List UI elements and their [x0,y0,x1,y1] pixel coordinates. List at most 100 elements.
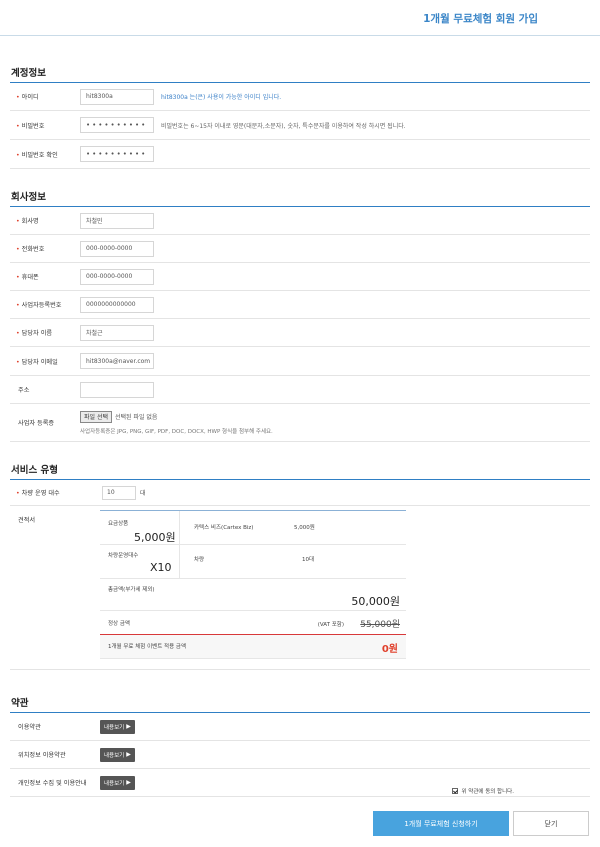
company-name-input[interactable]: 차철민 [80,212,154,229]
cert-label: 사업자 등록증 [18,420,55,427]
mobile-label: 휴대폰 [10,272,80,281]
page-title: 1개월 무료체험 회원 가입 [423,13,538,25]
plan-cell: 요금상품 5,000원 [100,511,180,544]
vehicle-text: 차량 [194,557,205,563]
terms-label-location: 위치정보 이용약관 [18,752,66,759]
play-icon: ▶ [126,751,131,758]
mobile-input[interactable]: 000-0000-0000 [80,268,154,285]
service-section: 서비스 유형 차량 운영 대수 10 대 견적서 요금상품 5,000원 카텍스… [0,462,600,670]
id-row: 아이디 hit8300a hit8300a 는(은) 사용이 가능한 아이디 입… [10,83,590,111]
estimate-regular-row: 정상 금액 (VAT 포함) 55,000원 [100,611,406,635]
terms-section: 약관 이용약관 내용보기 ▶ 위치정보 이용약관 내용보기 ▶ 개인정보 수집 및 … [0,695,600,797]
id-hint: hit8300a 는(은) 사용이 가능한 아이디 입니다. [161,94,282,101]
file-select-button[interactable]: 파일 선택 [80,410,112,423]
company-section-title: 회사정보 [10,189,590,207]
submit-button[interactable]: 1개월 무료체험 신청하기 [373,811,509,836]
terms-label-service: 이용약관 [18,724,41,731]
agree-checkbox-row[interactable]: 위 약관에 동의 합니다. [452,787,514,795]
plan-name: 카텍스 비즈(Cartex Biz) [194,525,254,531]
view-terms-privacy-button[interactable]: 내용보기 ▶ [100,775,135,790]
vehicles-cell: 차량운영대수 X10 [100,545,180,578]
email-input[interactable]: hit8300a@naver.com [80,353,154,369]
terms-row-service: 이용약관 내용보기 ▶ [10,713,590,741]
phone-row: 전화번호 000-0000-0000 [10,235,590,263]
id-input[interactable]: hit8300a [80,88,154,105]
vehicle-count-cell: 차량 10대 [180,545,406,578]
view-terms-location-button[interactable]: 내용보기 ▶ [100,747,135,762]
password-row: 비밀번호 •••••••••• 비밀번호는 6~15자 이내로 영문(대문자,소… [10,111,590,140]
estimate-label: 견적서 [18,517,36,524]
view-terms-service-button[interactable]: 내용보기 ▶ [100,719,135,734]
estimate-plan-row: 요금상품 5,000원 카텍스 비즈(Cartex Biz) 5,000원 [100,511,406,545]
close-button[interactable]: 닫기 [513,811,589,836]
terms-label-privacy: 개인정보 수집 및 이용안내 [18,780,87,787]
password-input[interactable]: •••••••••• [80,117,154,133]
event-cell: 1개월 무료 체험 이벤트 적용 금액 0원 [100,635,406,658]
regular-value: 55,000원 [360,620,400,630]
password-label: 비밀번호 [10,121,80,130]
agree-text: 위 약관에 동의 합니다. [461,789,514,795]
address-row: 주소 [10,376,590,404]
phone-input[interactable]: 000-0000-0000 [80,240,154,257]
play-icon: ▶ [126,723,131,730]
manager-input[interactable]: 차철근 [80,324,154,341]
plan-unit-price: 5,000원 [294,525,315,531]
mobile-row: 휴대폰 000-0000-0000 [10,263,590,291]
vehicle-row: 차량 운영 대수 10 대 [10,480,590,506]
view-button-label: 내용보기 [104,780,125,787]
bizno-input[interactable]: 0000000000000 [80,296,154,313]
plan-price: 5,000원 [134,531,176,544]
file-none-text: 선택된 파일 없음 [115,414,158,421]
regular-cell: 정상 금액 (VAT 포함) 55,000원 [100,611,406,634]
account-section: 계정정보 아이디 hit8300a hit8300a 는(은) 사용이 가능한 … [0,65,600,169]
event-value: 0원 [381,644,398,655]
estimate-vehicle-row: 차량운영대수 X10 차량 10대 [100,545,406,579]
password-confirm-label: 비밀번호 확인 [10,150,80,159]
total-label: 총금액(부가세 제외) [108,587,155,593]
password-hint: 비밀번호는 6~15자 이내로 영문(대문자,소문자), 숫자, 특수문자를 이… [161,122,406,130]
service-section-title: 서비스 유형 [10,462,590,480]
terms-section-title: 약관 [10,695,590,713]
estimate-event-row: 1개월 무료 체험 이벤트 적용 금액 0원 [100,635,406,659]
vehicle-unit: 대 [140,490,146,497]
estimate-table: 요금상품 5,000원 카텍스 비즈(Cartex Biz) 5,000원 차량… [100,510,406,659]
total-cell: 총금액(부가세 제외) 50,000원 [100,579,406,610]
estimate-row: 견적서 요금상품 5,000원 카텍스 비즈(Cartex Biz) 5,000… [10,506,590,670]
address-input[interactable] [80,381,154,398]
play-icon: ▶ [126,779,131,786]
password-confirm-row: 비밀번호 확인 •••••••••• [10,140,590,169]
plan-label: 요금상품 [108,521,129,527]
cert-upload: 파일 선택 선택된 파일 없음 사업자등록증은 JPG, PNG, GIF, P… [80,410,273,435]
password-confirm-input[interactable]: •••••••••• [80,146,154,162]
id-label: 아이디 [10,92,80,101]
view-button-label: 내용보기 [104,724,125,731]
file-format-note: 사업자등록증은 JPG, PNG, GIF, PDF, DOC, DOCX, H… [80,428,273,435]
email-label: 담당자 이메일 [10,357,80,366]
agree-checkbox[interactable] [452,788,459,794]
plan-name-cell: 카텍스 비즈(Cartex Biz) 5,000원 [180,511,406,544]
phone-label: 전화번호 [10,244,80,253]
company-name-label: 회사명 [10,216,80,225]
email-row: 담당자 이메일 hit8300a@naver.com [10,347,590,376]
vehicle-count-input[interactable]: 10 [102,485,136,500]
total-value: 50,000원 [351,595,400,608]
regular-label: 정상 금액 [108,621,130,627]
manager-row: 담당자 이름 차철근 [10,319,590,347]
account-section-title: 계정정보 [10,65,590,83]
bizno-label: 사업자등록번호 [10,300,80,309]
vat-note: (VAT 포함) [317,622,344,628]
manager-label: 담당자 이름 [10,328,80,337]
vehicles-multiplier: X10 [150,561,172,574]
address-label: 주소 [18,387,30,394]
vehicle-count: 10대 [302,557,315,563]
terms-row-location: 위치정보 이용약관 내용보기 ▶ [10,741,590,769]
cert-row: 사업자 등록증 파일 선택 선택된 파일 없음 사업자등록증은 JPG, PNG… [10,404,590,442]
vehicle-label: 차량 운영 대수 [10,488,102,497]
vehicles-label: 차량운영대수 [108,553,139,559]
company-section: 회사정보 회사명 차철민 전화번호 000-0000-0000 휴대폰 000-… [0,189,600,442]
estimate-total-row: 총금액(부가세 제외) 50,000원 [100,579,406,611]
company-name-row: 회사명 차철민 [10,207,590,235]
bizno-row: 사업자등록번호 0000000000000 [10,291,590,319]
event-label: 1개월 무료 체험 이벤트 적용 금액 [108,644,187,650]
page-header: 1개월 무료체험 회원 가입 [0,0,600,36]
